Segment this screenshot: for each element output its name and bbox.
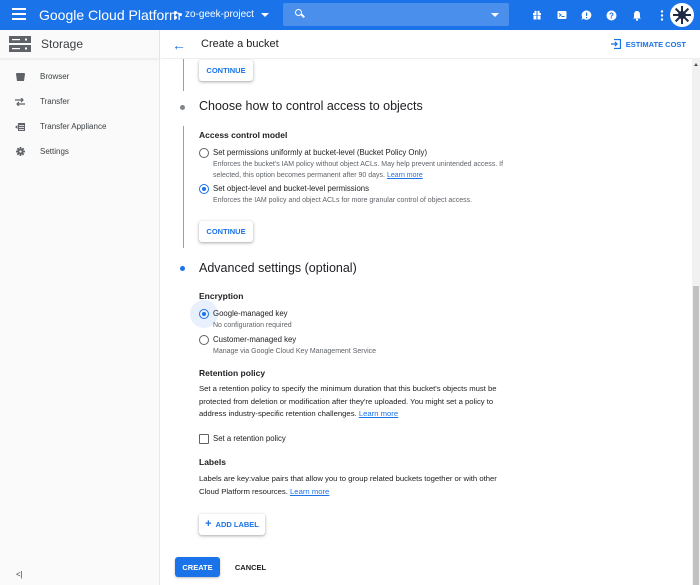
step-dot <box>180 105 185 110</box>
option-label: Set permissions uniformly at bucket-leve… <box>213 148 428 157</box>
option-description: No configuration required <box>213 322 292 329</box>
section-title-advanced: Advanced settings (optional) <box>199 261 357 275</box>
help-icon[interactable]: ? <box>599 7 624 23</box>
gear-icon <box>0 147 40 156</box>
labels-description: Labels are key:value pairs that allow yo… <box>199 474 497 496</box>
chevron-down-icon <box>260 12 269 17</box>
cancel-button[interactable]: CANCEL <box>228 557 273 577</box>
svg-text:?: ? <box>609 11 614 20</box>
labels-label: Labels <box>199 457 226 467</box>
radio-bucket-policy-only[interactable] <box>199 148 209 158</box>
collapse-sidebar-button[interactable]: <| <box>16 570 23 579</box>
option-description: Manage via Google Cloud Key Management S… <box>213 348 377 355</box>
page-title: Create a bucket <box>201 38 279 50</box>
sidebar-item-label: Settings <box>40 147 69 156</box>
learn-more-link[interactable]: Learn more <box>359 409 398 418</box>
continue-button-previous[interactable]: CONTINUE <box>199 60 253 81</box>
brand-title[interactable]: Google Cloud Platform <box>39 7 181 23</box>
sidebar-item-transfer[interactable]: Transfer <box>0 89 159 114</box>
project-name: zo-geek-project <box>185 9 254 20</box>
sidebar-item-label: Browser <box>40 72 70 81</box>
learn-more-link[interactable]: Learn more <box>387 172 423 179</box>
retention-policy-checkbox[interactable] <box>199 434 209 444</box>
access-control-model-label: Access control model <box>199 130 288 140</box>
step-dot-active <box>180 266 185 271</box>
page-header: ← Create a bucket ESTIMATE COST <box>161 30 700 59</box>
option-label: Set object-level and bucket-level permis… <box>213 184 370 193</box>
sidebar-item-settings[interactable]: Settings <box>0 139 159 164</box>
avatar[interactable] <box>670 3 694 27</box>
transfer-icon <box>0 97 40 106</box>
radio-customer-managed-key[interactable] <box>199 335 209 345</box>
option-description: Enforces the IAM policy and object ACLs … <box>213 197 473 204</box>
section-title-access: Choose how to control access to objects <box>199 99 423 113</box>
continue-button[interactable]: CONTINUE <box>199 221 253 242</box>
radio-google-managed-key[interactable] <box>199 309 209 319</box>
feedback-icon[interactable] <box>574 7 599 23</box>
search-icon <box>295 9 302 16</box>
create-bucket-form: CONTINUE Choose how to control access to… <box>161 59 692 585</box>
learn-more-link[interactable]: Learn more <box>290 487 329 496</box>
estimate-cost-button[interactable]: ESTIMATE COST <box>610 39 686 49</box>
sidebar-item-browser[interactable]: Browser <box>0 64 159 89</box>
search-dropdown-icon[interactable] <box>491 13 499 17</box>
estimate-cost-label: ESTIMATE COST <box>625 39 686 49</box>
option-description: Enforces the bucket's IAM policy without… <box>213 161 504 179</box>
cloud-shell-icon[interactable] <box>549 7 574 23</box>
avatar-logo-icon <box>673 6 691 24</box>
bucket-icon <box>0 72 40 81</box>
sidebar-header: Storage <box>0 30 159 59</box>
sidebar-title: Storage <box>41 37 84 51</box>
top-bar: Google Cloud Platform zo-geek-project ? <box>0 0 700 30</box>
option-label: Google-managed key <box>213 309 288 318</box>
scroll-up-arrow-icon[interactable] <box>694 63 698 66</box>
back-arrow-icon[interactable]: ← <box>172 37 186 53</box>
gift-icon[interactable] <box>524 7 549 23</box>
retention-policy-description: Set a retention policy to specify the mi… <box>199 384 497 418</box>
create-button[interactable]: CREATE <box>175 557 220 577</box>
sidebar-item-transfer-appliance[interactable]: Transfer Appliance <box>0 114 159 139</box>
checkbox-label[interactable]: Set a retention policy <box>213 434 286 443</box>
add-label-text: ADD LABEL <box>215 520 259 529</box>
radio-object-and-bucket-level[interactable] <box>199 184 209 194</box>
notifications-icon[interactable] <box>624 7 649 23</box>
retention-policy-label: Retention policy <box>199 368 266 378</box>
add-label-button[interactable]: + ADD LABEL <box>199 514 265 535</box>
hamburger-menu-icon[interactable] <box>12 8 26 22</box>
option-label: Customer-managed key <box>213 335 297 344</box>
sidebar: Storage Browser Transfer Transfer Applia… <box>0 30 160 585</box>
search-input[interactable] <box>283 3 509 26</box>
sidebar-item-label: Transfer Appliance <box>40 122 107 131</box>
project-icon <box>174 10 182 19</box>
project-selector[interactable]: zo-geek-project <box>174 9 269 20</box>
scrollbar-thumb[interactable] <box>693 286 699 585</box>
scrollbar[interactable] <box>692 59 700 585</box>
step-connector <box>183 59 184 91</box>
sidebar-item-label: Transfer <box>40 97 70 106</box>
estimate-cost-icon <box>610 39 621 49</box>
storage-icon <box>9 36 31 52</box>
step-connector <box>183 126 184 248</box>
plus-icon: + <box>205 518 212 530</box>
transfer-appliance-icon <box>0 122 40 131</box>
